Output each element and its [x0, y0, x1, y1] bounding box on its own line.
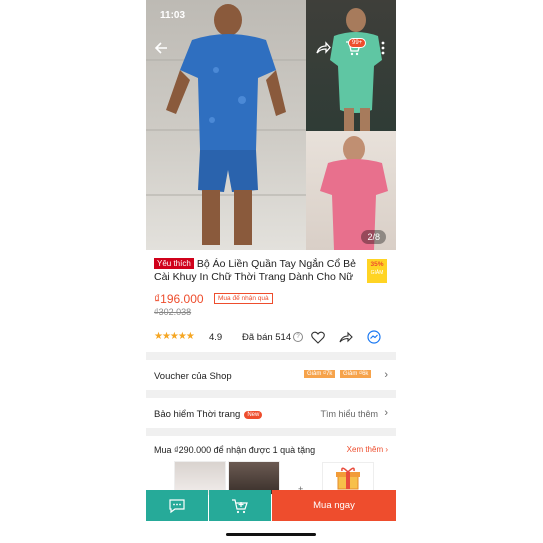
- more-icon[interactable]: [372, 37, 394, 59]
- phone-screen: 11:03 99+ 2/8 Yêu thích Bộ Áo Liền Quần T…: [146, 0, 396, 543]
- discount-label: GIẢM: [370, 270, 384, 276]
- add-to-cart-button[interactable]: [209, 490, 271, 521]
- add-to-cart-icon: [232, 498, 248, 513]
- voucher-label: Voucher của Shop: [154, 371, 232, 382]
- fashion-insurance-row[interactable]: Bảo hiểm Thời trang New Tìm hiểu thêm ›: [146, 404, 396, 424]
- voucher-chip[interactable]: Giảm ₫6k: [340, 370, 372, 378]
- insurance-label: Bảo hiểm Thời trang New: [154, 409, 263, 420]
- bottom-action-bar: Mua ngay: [146, 490, 396, 521]
- rating-stars: ★★★★★: [154, 331, 195, 342]
- chevron-right-icon: ›: [384, 369, 388, 381]
- discount-percent: 35%: [370, 261, 384, 268]
- new-badge: New: [244, 411, 263, 419]
- home-indicator: [226, 533, 316, 536]
- section-divider: [146, 352, 396, 360]
- messenger-icon[interactable]: [366, 329, 382, 345]
- status-bar-time: 11:03: [160, 10, 186, 21]
- discount-badge: 35% GIẢM: [367, 259, 387, 283]
- chat-icon: [169, 498, 185, 513]
- share-icon[interactable]: [312, 37, 334, 59]
- info-icon[interactable]: ?: [293, 332, 303, 342]
- favorite-tag: Yêu thích: [154, 258, 194, 269]
- current-price: ₫196.000: [154, 292, 204, 306]
- voucher-chip[interactable]: Giảm ₫7k: [304, 370, 336, 378]
- back-arrow-icon[interactable]: [150, 37, 172, 59]
- sold-count: Đã bán 514: [242, 332, 292, 343]
- learn-more-link[interactable]: Tìm hiểu thêm: [320, 409, 378, 419]
- share-icon[interactable]: [338, 329, 354, 345]
- image-counter: 2/8: [361, 230, 386, 244]
- chat-button[interactable]: [146, 490, 208, 521]
- heart-icon[interactable]: [310, 329, 326, 345]
- promo-chip[interactable]: Mua để nhận quà: [214, 293, 273, 304]
- product-title: Yêu thích Bộ Áo Liền Quần Tay Ngắn Cổ Bẻ …: [154, 258, 364, 284]
- thumbnail-green-outfit[interactable]: [306, 0, 396, 131]
- buy-now-button[interactable]: Mua ngay: [272, 490, 396, 521]
- original-price: ₫302.038: [154, 307, 192, 317]
- cart-count-badge: 99+: [348, 38, 367, 48]
- gift-label: Mua ₫290.000 để nhận được 1 quà tặng: [154, 445, 316, 455]
- chevron-right-icon: ›: [384, 407, 388, 419]
- shop-voucher-row[interactable]: Voucher của Shop Giảm ₫7k Giảm ₫6k ›: [146, 366, 396, 386]
- insurance-label-text: Bảo hiểm Thời trang: [154, 409, 241, 420]
- see-more-link[interactable]: Xem thêm ›: [347, 445, 388, 454]
- section-divider: [146, 428, 396, 436]
- section-divider: [146, 390, 396, 398]
- rating-value: 4.9: [209, 332, 223, 343]
- product-image-gallery[interactable]: 11:03 99+ 2/8: [146, 0, 396, 250]
- rating-row: ★★★★★ 4.9 Đã bán 514 ?: [154, 329, 394, 345]
